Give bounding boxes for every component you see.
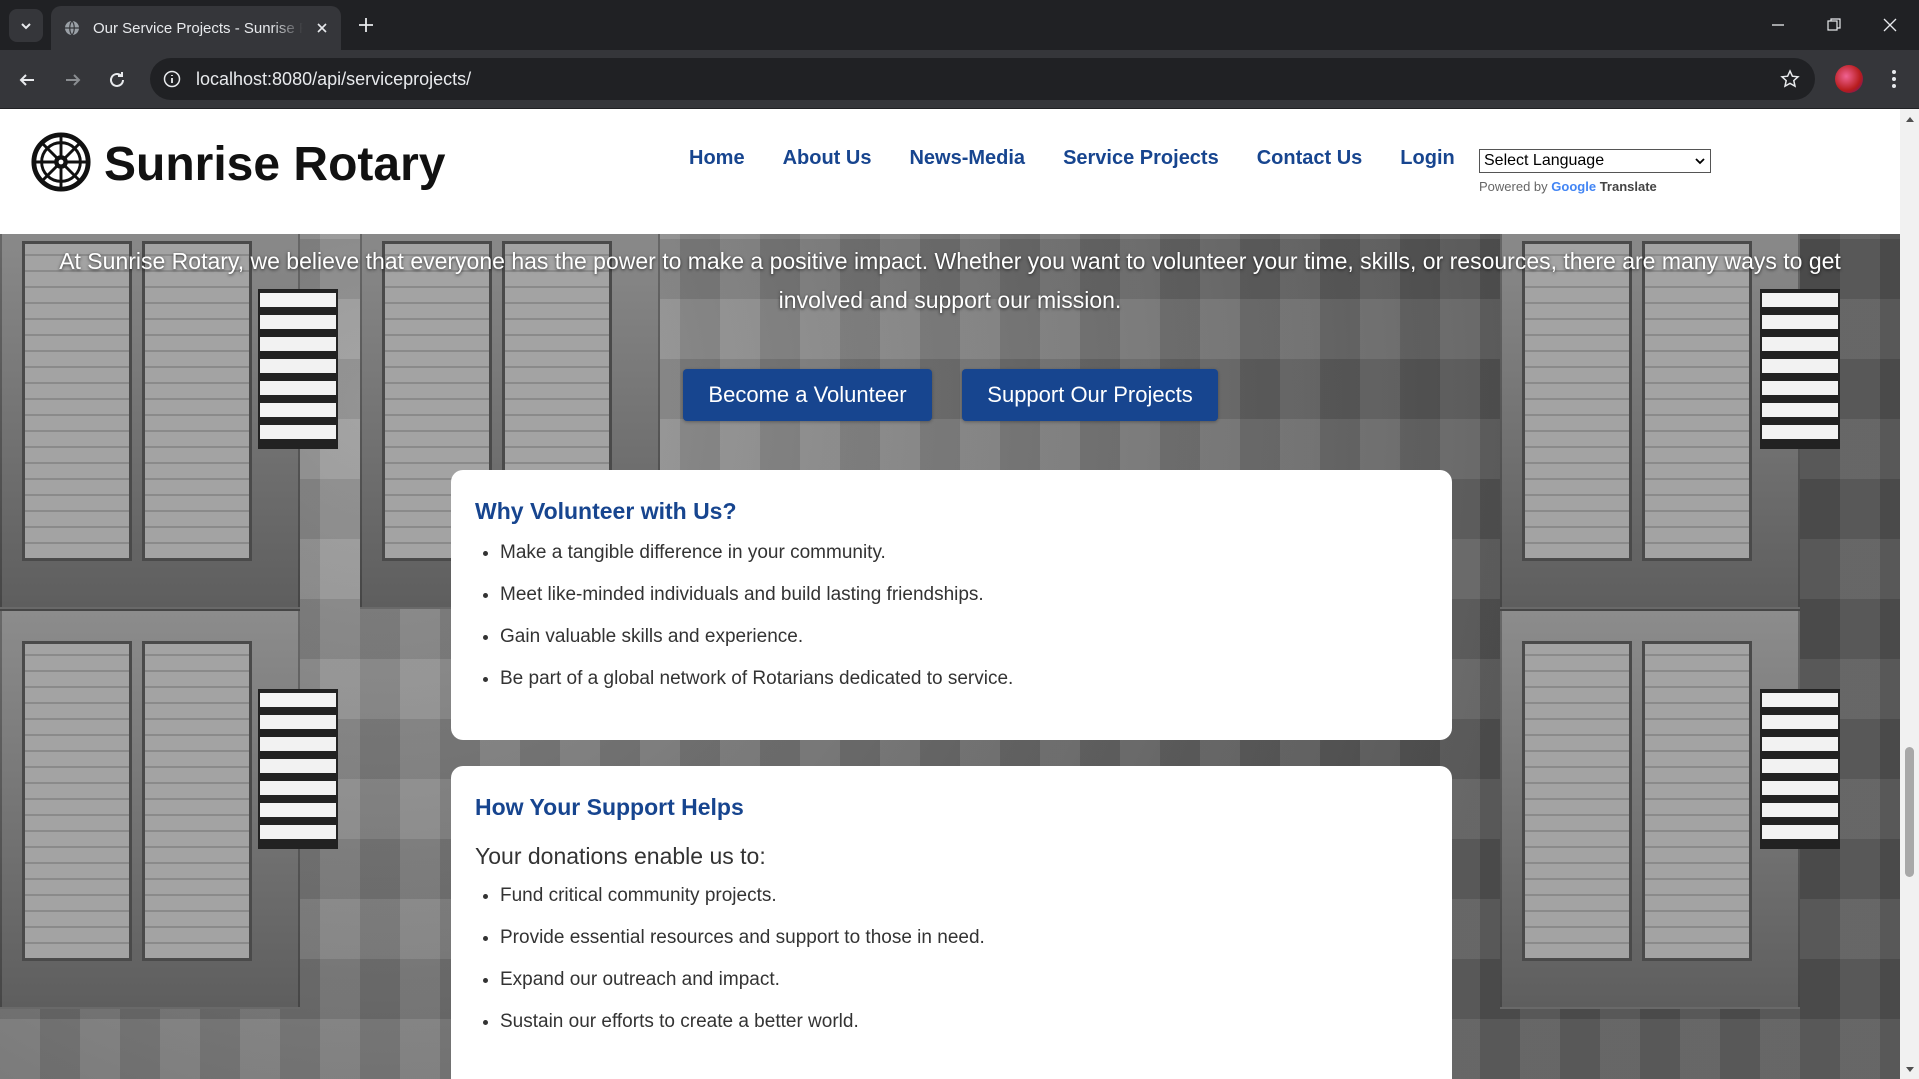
nav-service-projects[interactable]: Service Projects [1063,147,1219,170]
support-projects-button[interactable]: Support Our Projects [962,369,1218,421]
profile-avatar[interactable] [1835,65,1863,93]
address-bar[interactable]: localhost:8080/api/serviceprojects/ [150,58,1815,100]
why-volunteer-list: Make a tangible difference in your commu… [475,541,1428,690]
become-volunteer-button[interactable]: Become a Volunteer [683,369,932,421]
translate-link[interactable]: Translate [1600,179,1657,194]
browser-tabstrip: Our Service Projects - Sunrise Rotary [0,0,1919,50]
site-header: Sunrise Rotary Home About Us News-Media … [0,109,1900,234]
page-viewport: Sunrise Rotary Home About Us News-Media … [0,109,1900,1079]
more-menu-icon[interactable] [1882,66,1906,92]
restore-icon[interactable] [1819,10,1849,40]
url-text[interactable]: localhost:8080/api/serviceprojects/ [196,69,471,90]
reload-icon[interactable] [104,67,130,93]
scroll-down-arrow-icon[interactable] [1904,1064,1915,1075]
language-select[interactable]: Select Language [1479,149,1711,173]
page-scrollbar[interactable] [1900,109,1919,1079]
support-helps-heading: How Your Support Helps [475,794,744,820]
google-logo-text[interactable]: Google [1551,179,1596,194]
list-item: Gain valuable skills and experience. [500,625,1428,648]
main-nav: Home About Us News-Media Service Project… [689,147,1493,170]
nav-about-us[interactable]: About Us [783,147,872,170]
support-helps-list: Fund critical community projects. Provid… [475,884,1428,1033]
list-item: Fund critical community projects. [500,884,1428,907]
intro-paragraph: At Sunrise Rotary, we believe that every… [59,248,1841,313]
nav-home[interactable]: Home [689,147,745,170]
nav-login[interactable]: Login [1400,147,1454,170]
powered-by-text: Powered by [1479,179,1548,194]
nav-contact-us[interactable]: Contact Us [1257,147,1363,170]
chevron-down-icon [21,22,31,29]
site-brand-title[interactable]: Sunrise Rotary [104,137,445,192]
list-item: Expand our outreach and impact. [500,968,1428,991]
rotary-wheel-logo-icon[interactable] [30,131,92,193]
close-tab-icon[interactable] [311,17,333,39]
chevron-down-icon [1695,158,1705,165]
list-item: Make a tangible difference in your commu… [500,541,1428,564]
browser-tab-active[interactable]: Our Service Projects - Sunrise Rotary [51,6,341,50]
google-translate-credit: Powered by Google Translate [1479,179,1657,194]
language-select-value: Select Language [1484,152,1605,169]
list-item: Meet like-minded individuals and build l… [500,583,1428,606]
why-volunteer-card: Why Volunteer with Us? Make a tangible d… [451,470,1452,740]
tab-search-button[interactable] [9,9,43,42]
bookmark-star-icon[interactable] [1779,68,1801,90]
scrollbar-thumb[interactable] [1905,747,1914,877]
forward-icon[interactable] [60,67,86,93]
list-item: Provide essential resources and support … [500,926,1428,949]
nav-news-media[interactable]: News-Media [909,147,1025,170]
scroll-up-arrow-icon[interactable] [1904,113,1915,124]
globe-icon [63,19,81,37]
support-helps-lead: Your donations enable us to: [475,843,766,869]
list-item: Sustain our efforts to create a better w… [500,1010,1428,1033]
tab-title: Our Service Projects - Sunrise Rotary [93,19,303,37]
why-volunteer-heading: Why Volunteer with Us? [475,498,737,524]
browser-toolbar: localhost:8080/api/serviceprojects/ [0,50,1919,108]
support-helps-card: How Your Support Helps Your donations en… [451,766,1452,1079]
site-info-icon[interactable] [162,69,182,89]
close-window-icon[interactable] [1875,10,1905,40]
minimize-icon[interactable] [1763,10,1793,40]
back-icon[interactable] [14,67,40,93]
list-item: Be part of a global network of Rotarians… [500,667,1428,690]
new-tab-icon[interactable] [354,13,378,37]
